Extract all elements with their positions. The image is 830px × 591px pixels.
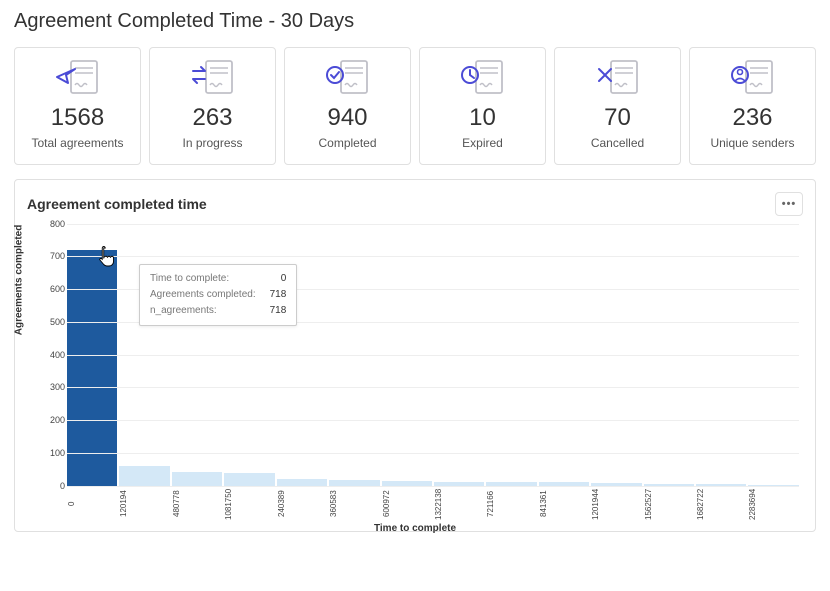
- grid-line: [67, 420, 799, 421]
- y-tick: 100: [39, 448, 65, 458]
- y-tick: 500: [39, 317, 65, 327]
- y-tick: 200: [39, 415, 65, 425]
- chart-tooltip: Time to complete: 0 Agreements completed: 7…: [139, 264, 297, 326]
- x-tick: 360583: [329, 486, 379, 524]
- tooltip-label: Agreements completed:: [150, 287, 256, 303]
- summary-card: 263 In progress: [149, 47, 276, 165]
- bar[interactable]: [119, 466, 169, 486]
- y-tick: 600: [39, 284, 65, 294]
- x-axis-label: Time to complete: [27, 523, 803, 534]
- card-value: 10: [426, 104, 539, 132]
- card-label: Unique senders: [696, 136, 809, 152]
- bar[interactable]: [172, 472, 222, 486]
- x-tick: 0: [67, 486, 117, 524]
- y-tick: 300: [39, 382, 65, 392]
- x-tick: 2283694: [748, 486, 798, 524]
- x-tick: 480778: [172, 486, 222, 524]
- chart-more-button[interactable]: •••: [775, 192, 803, 216]
- tooltip-value: 0: [275, 271, 287, 287]
- summary-card: 10 Expired: [419, 47, 546, 165]
- tooltip-label: Time to complete:: [150, 271, 229, 287]
- card-value: 1568: [21, 104, 134, 132]
- x-tick: 1682722: [696, 486, 746, 524]
- x-tick: 1322138: [434, 486, 484, 524]
- card-label: Cancelled: [561, 136, 674, 152]
- grid-line: [67, 453, 799, 454]
- bar[interactable]: [67, 250, 117, 485]
- x-tick: 1081750: [224, 486, 274, 524]
- card-label: Expired: [426, 136, 539, 152]
- card-value: 236: [696, 104, 809, 132]
- clock-doc-icon: [426, 58, 539, 96]
- progress-doc-icon: [156, 58, 269, 96]
- bar[interactable]: [224, 473, 274, 486]
- y-tick: 400: [39, 350, 65, 360]
- chart-panel: Agreement completed time ••• Agreements …: [14, 179, 816, 532]
- x-tick: 600972: [382, 486, 432, 524]
- chart-body: Agreements completed 0100200300400500600…: [27, 224, 803, 524]
- grid-line: [67, 355, 799, 356]
- y-tick: 0: [39, 481, 65, 491]
- card-label: In progress: [156, 136, 269, 152]
- y-axis-label: Agreements completed: [14, 224, 25, 335]
- summary-card: 236 Unique senders: [689, 47, 816, 165]
- x-tick: 120194: [119, 486, 169, 524]
- summary-card: 940 Completed: [284, 47, 411, 165]
- x-tick: 240389: [277, 486, 327, 524]
- send-doc-icon: [21, 58, 134, 96]
- y-tick: 700: [39, 251, 65, 261]
- summary-card: 70 Cancelled: [554, 47, 681, 165]
- x-tick: 721166: [486, 486, 536, 524]
- grid-line: [67, 224, 799, 225]
- card-value: 70: [561, 104, 674, 132]
- tooltip-value: 718: [264, 287, 287, 303]
- summary-card: 1568 Total agreements: [14, 47, 141, 165]
- card-value: 940: [291, 104, 404, 132]
- summary-cards: 1568 Total agreements 263 In progress 94…: [14, 47, 816, 165]
- tooltip-label: n_agreements:: [150, 303, 217, 319]
- y-tick: 800: [39, 219, 65, 229]
- chart-title: Agreement completed time: [27, 196, 207, 212]
- plot-area: 0100200300400500600700800: [67, 224, 799, 486]
- x-tick: 841361: [539, 486, 589, 524]
- page-title: Agreement Completed Time - 30 Days: [14, 10, 816, 33]
- grid-line: [67, 387, 799, 388]
- cancel-doc-icon: [561, 58, 674, 96]
- check-doc-icon: [291, 58, 404, 96]
- card-value: 263: [156, 104, 269, 132]
- card-label: Completed: [291, 136, 404, 152]
- user-doc-icon: [696, 58, 809, 96]
- card-label: Total agreements: [21, 136, 134, 152]
- grid-line: [67, 256, 799, 257]
- tooltip-value: 718: [264, 303, 287, 319]
- x-tick: 1562527: [644, 486, 694, 524]
- x-tick: 1201944: [591, 486, 641, 524]
